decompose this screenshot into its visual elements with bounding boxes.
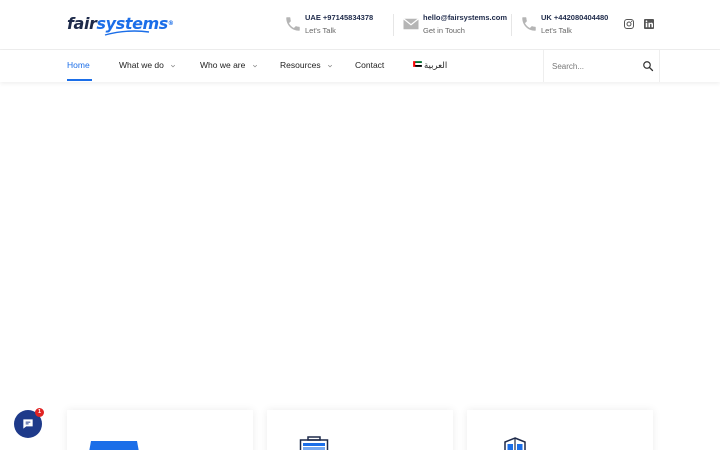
nav-item-what-we-do[interactable]: What we do — [119, 60, 176, 70]
chevron-down-icon — [327, 64, 333, 68]
nav-item-label: Contact — [355, 60, 385, 70]
contact-uae-phone: UAE +97145834378 — [305, 13, 374, 22]
nav-item-label: Who we are — [200, 60, 246, 70]
nav-item-label: What we do — [119, 60, 164, 70]
service-card[interactable] — [267, 410, 453, 450]
search-icon — [643, 61, 654, 72]
phone-icon — [522, 17, 536, 31]
search-button[interactable] — [642, 60, 654, 72]
nav-item-home[interactable]: Home — [67, 60, 90, 70]
phone-icon — [286, 17, 300, 31]
chevron-down-icon — [171, 64, 176, 68]
service-card-graphic-icon — [89, 441, 139, 450]
nav-item-resources[interactable]: Resources — [280, 60, 333, 70]
contact-uk-label: Let's Talk — [541, 26, 572, 35]
nav-item-arabic[interactable]: العربية — [424, 60, 447, 71]
search-input[interactable] — [552, 58, 632, 74]
service-card[interactable] — [467, 410, 653, 450]
brand-name-part1: fair — [67, 14, 97, 33]
contact-uk[interactable]: UK +442080404480 Let's Talk — [520, 10, 610, 40]
nav-item-contact[interactable]: Contact — [355, 60, 384, 70]
nav-active-indicator — [67, 79, 92, 81]
nav-item-who-we-are[interactable]: Who we are — [200, 60, 258, 70]
top-bar: fairsystems® UAE +97145834378 Let's Talk… — [0, 0, 720, 50]
divider — [393, 14, 394, 36]
toolbox-icon — [299, 436, 329, 450]
nav-item-label: العربية — [424, 60, 448, 70]
server-box-icon — [504, 437, 526, 450]
service-card[interactable] — [67, 410, 253, 450]
chat-bubble-icon — [23, 419, 33, 429]
envelope-icon — [403, 18, 419, 30]
linkedin-icon[interactable] — [643, 18, 655, 30]
instagram-icon[interactable] — [623, 18, 635, 30]
contact-uk-phone: UK +442080404480 — [541, 13, 609, 22]
nav-item-label: Home — [67, 60, 90, 70]
divider — [511, 14, 512, 36]
chat-notification-badge: 1 — [35, 408, 44, 417]
contact-email-address: hello@fairsystems.com — [423, 13, 508, 22]
search-box — [543, 50, 660, 82]
contact-uae[interactable]: UAE +97145834378 Let's Talk — [284, 10, 388, 40]
brand-registered-mark: ® — [167, 20, 174, 27]
contact-uae-label: Let's Talk — [305, 26, 336, 35]
contact-email-label: Get in Touch — [423, 26, 465, 35]
logo-swoosh-icon — [104, 30, 150, 36]
nav-item-label: Resources — [280, 60, 321, 70]
uae-flag-icon — [413, 61, 422, 67]
chevron-down-icon — [252, 64, 257, 68]
contact-email[interactable]: hello@fairsystems.com Get in Touch — [402, 10, 508, 40]
